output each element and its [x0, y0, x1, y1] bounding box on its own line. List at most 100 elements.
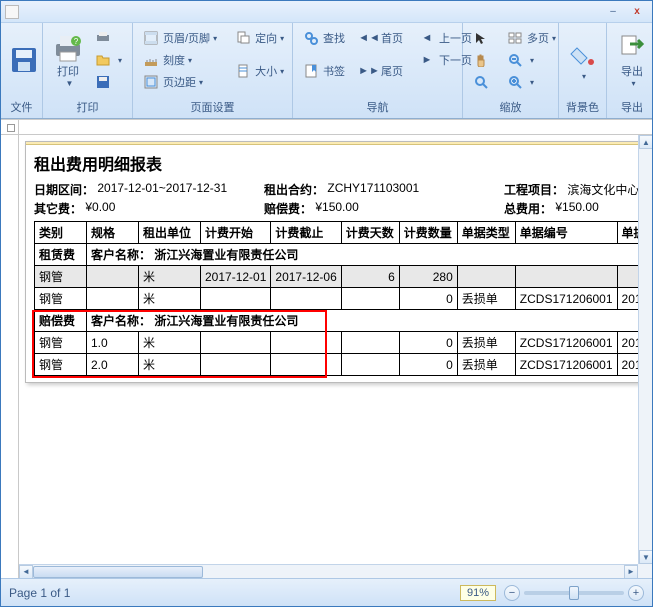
group-label-nav: 导航: [299, 97, 456, 118]
label-otherfee: 其它费：: [34, 200, 82, 217]
pointer-tool-button[interactable]: [469, 27, 497, 49]
vertical-scrollbar[interactable]: ▲ ▼: [638, 135, 652, 564]
hand-tool-button[interactable]: [469, 49, 497, 71]
horizontal-scrollbar[interactable]: ◄ ►: [19, 564, 638, 578]
scale-icon: [143, 52, 159, 68]
report-title: 租出费用明细报表: [34, 151, 652, 175]
orientation-icon: [235, 30, 251, 46]
close-button[interactable]: x: [626, 4, 648, 20]
quick-print-button[interactable]: [91, 27, 126, 49]
zoom-track[interactable]: [524, 591, 624, 595]
scroll-right-button[interactable]: ►: [624, 565, 638, 579]
hand-icon: [473, 52, 489, 68]
first-page-icon: ◄◄: [361, 30, 377, 46]
zoom-minus-button[interactable]: −: [504, 585, 520, 601]
zoom-plus-button[interactable]: +: [628, 585, 644, 601]
header-footer-icon: [143, 30, 159, 46]
find-button[interactable]: 查找: [299, 27, 349, 49]
group-row: 租赁费客户名称： 浙江兴海置业有限责任公司: [35, 244, 653, 266]
table-header-cell: 计费开始: [201, 222, 271, 244]
size-button[interactable]: 大小▾: [231, 49, 288, 93]
last-page-icon: ►►: [361, 63, 377, 79]
scroll-thumb[interactable]: [33, 566, 203, 578]
table-header-cell: 租出单位: [139, 222, 201, 244]
header-footer-button[interactable]: 页眉/页脚▾: [139, 27, 221, 49]
minimize-button[interactable]: –: [602, 4, 624, 20]
zoom-percent[interactable]: 91%: [460, 585, 496, 601]
group-label-file: 文件: [7, 97, 36, 118]
bookmarks-button[interactable]: 书签: [299, 49, 349, 93]
label-totalfee: 总费用：: [504, 200, 552, 217]
margins-label: 页边距: [163, 74, 196, 90]
open-button[interactable]: ▾: [91, 49, 126, 71]
value-contract: ZCHY171103001: [327, 181, 419, 198]
save-icon: [8, 44, 40, 76]
scroll-left-button[interactable]: ◄: [19, 565, 33, 579]
report-table: 类别规格租出单位计费开始计费截止计费天数计费数量单据类型单据编号单据日 租赁费客…: [34, 221, 652, 376]
scale-label: 刻度: [163, 52, 185, 68]
cursor-icon: [473, 30, 489, 46]
magnifier-icon: [473, 74, 489, 90]
chevron-down-icon: ▼: [66, 79, 74, 88]
margins-button[interactable]: 页边距▾: [139, 71, 221, 93]
last-page-button[interactable]: ►►尾页: [357, 49, 407, 93]
export-button[interactable]: 导出 ▾: [613, 27, 651, 93]
size-label: 大小: [255, 63, 277, 79]
open-icon: [95, 52, 111, 68]
scroll-down-button[interactable]: ▼: [639, 550, 652, 564]
bookmarks-label: 书签: [323, 63, 345, 79]
margin-handle[interactable]: [7, 124, 15, 132]
size-icon: [235, 63, 251, 79]
group-label-print: 打印: [49, 97, 126, 118]
many-pages-button[interactable]: 多页▾: [503, 27, 560, 49]
group-row: 赔偿费客户名称： 浙江兴海置业有限责任公司: [35, 310, 653, 332]
chevron-down-icon: ▾: [582, 72, 586, 81]
orientation-label: 定向: [255, 30, 277, 46]
zoom-thumb[interactable]: [569, 586, 579, 600]
bgcolor-button[interactable]: ▾: [565, 27, 600, 93]
find-label: 查找: [323, 30, 345, 46]
chevron-down-icon: ▾: [631, 79, 635, 88]
save-small-button[interactable]: [91, 71, 126, 93]
svg-text:?: ?: [74, 37, 79, 46]
prev-page-icon: ◄: [419, 30, 435, 46]
file-save-button[interactable]: [7, 27, 41, 93]
scale-button[interactable]: 刻度▾: [139, 49, 221, 71]
group-label-bg: 背景色: [565, 97, 600, 118]
magnifier-tool-button[interactable]: [469, 71, 497, 93]
export-button-label: 导出: [621, 66, 643, 78]
zoom-in-button[interactable]: ▾: [503, 71, 560, 93]
table-header-cell: 类别: [35, 222, 87, 244]
value-totalfee: ¥150.00: [555, 200, 598, 217]
page-indicator: Page 1 of 1: [9, 586, 70, 600]
orientation-button[interactable]: 定向▾: [231, 27, 288, 49]
value-date-to: 2017-12-31: [166, 181, 227, 198]
export-icon: [616, 32, 648, 64]
quick-print-icon: [95, 30, 111, 46]
status-bar: Page 1 of 1 91% − +: [1, 578, 652, 606]
table-row: 钢管1.0米0丢损单ZCDS1712060012017-12: [35, 332, 653, 354]
report-page: 租出费用明细报表 日期区间： 2017-12-01~2017-12-31 租出合…: [25, 141, 652, 383]
table-header-cell: 计费天数: [341, 222, 399, 244]
table-header-cell: 单据编号: [515, 222, 617, 244]
last-page-label: 尾页: [381, 63, 403, 79]
table-header-cell: 计费截止: [271, 222, 341, 244]
document-area: 租出费用明细报表 日期区间： 2017-12-01~2017-12-31 租出合…: [1, 119, 652, 578]
zoom-out-button[interactable]: ▾: [503, 49, 560, 71]
zoom-slider[interactable]: − +: [504, 585, 644, 601]
print-button[interactable]: ? 打印 ▼: [49, 27, 87, 93]
first-page-label: 首页: [381, 30, 403, 46]
zoom-out-icon: [507, 52, 523, 68]
save-small-icon: [95, 74, 111, 90]
table-header-cell: 单据类型: [457, 222, 515, 244]
next-page-icon: ►: [419, 52, 435, 68]
first-page-button[interactable]: ◄◄首页: [357, 27, 407, 49]
value-date-from: 2017-12-01: [97, 181, 158, 198]
table-header-cell: 规格: [87, 222, 139, 244]
value-otherfee: ¥0.00: [85, 200, 115, 217]
scroll-up-button[interactable]: ▲: [639, 135, 652, 149]
many-pages-label: 多页: [527, 30, 549, 46]
find-icon: [303, 30, 319, 46]
label-compfee: 赔偿费：: [264, 200, 312, 217]
table-header-row: 类别规格租出单位计费开始计费截止计费天数计费数量单据类型单据编号单据日: [35, 222, 653, 244]
